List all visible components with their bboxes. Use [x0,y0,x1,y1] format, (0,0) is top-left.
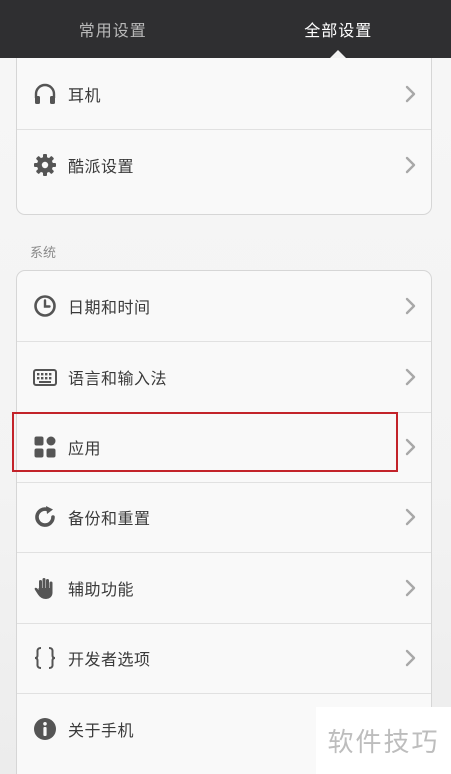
info-icon [34,718,56,740]
highlight-box-apps [12,412,398,472]
settings-item-label: 关于手机 [68,721,135,740]
settings-list[interactable]: 耳机 酷派设置 系统 日期和时间 语言和输入法 应用 备份和重置 辅助功能 开发… [0,58,451,774]
clock-icon [34,295,56,317]
backup-refresh-icon [35,506,55,527]
chevron-right-icon [405,508,416,526]
hand-icon [34,578,53,599]
tab-all-settings-label: 全部设置 [304,21,373,40]
chevron-right-icon [405,649,416,667]
settings-item-accessibility[interactable]: 辅助功能 [17,553,431,624]
settings-item-developer-options[interactable]: 开发者选项 [17,623,431,694]
settings-group-personal: 耳机 酷派设置 [16,58,432,215]
tab-all-settings[interactable]: 全部设置 [226,0,451,59]
settings-item-backup-reset[interactable]: 备份和重置 [17,482,431,553]
settings-item-label: 日期和时间 [68,298,151,317]
watermark-text: 软件技巧 [327,728,440,758]
settings-item-label: 辅助功能 [68,580,135,599]
gear-icon [34,154,56,176]
chevron-right-icon [405,156,416,174]
tab-common-settings-label: 常用设置 [78,21,147,40]
headphones-icon [34,83,56,104]
braces-icon [34,647,56,669]
settings-item-label: 耳机 [68,86,102,105]
settings-item-label: 语言和输入法 [68,369,168,388]
chevron-right-icon [405,438,416,456]
settings-item-label: 开发者选项 [68,650,151,669]
chevron-right-icon [405,579,416,597]
settings-item-language-input[interactable]: 语言和输入法 [17,342,431,413]
chevron-right-icon [405,297,416,315]
chevron-right-icon [405,368,416,386]
settings-item-headphones[interactable]: 耳机 [17,59,431,130]
tab-common-settings[interactable]: 常用设置 [0,0,226,58]
settings-group-system: 日期和时间 语言和输入法 应用 备份和重置 辅助功能 开发者选项 关于手机 [16,270,432,774]
settings-item-label: 酷派设置 [68,157,135,176]
chevron-right-icon [405,85,416,103]
settings-item-date-time[interactable]: 日期和时间 [17,271,431,342]
keyboard-icon [33,369,57,386]
settings-tab-bar: 常用设置 全部设置 [0,0,451,59]
settings-item-label: 备份和重置 [68,509,151,528]
section-title-system: 系统 [30,246,57,261]
settings-item-coolpad[interactable]: 酷派设置 [17,130,431,200]
watermark: 软件技巧 [316,707,451,774]
